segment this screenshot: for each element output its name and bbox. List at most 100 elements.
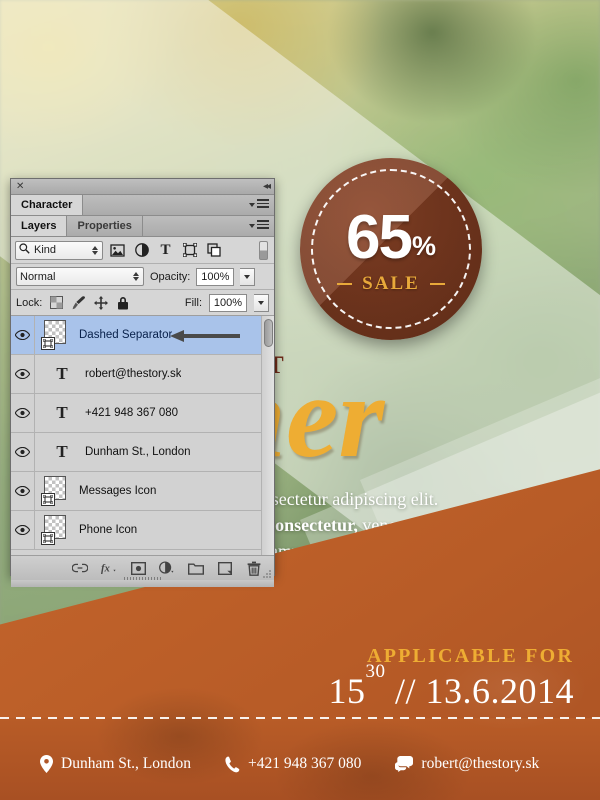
- layer-name: Dunham St., London: [85, 446, 191, 458]
- new-group-icon[interactable]: [188, 560, 204, 576]
- tab-properties-label: Properties: [77, 220, 132, 232]
- badge-discount-number: 65: [346, 203, 413, 273]
- vector-shape-badge-icon: [41, 493, 55, 506]
- valid-time: 15: [328, 671, 366, 711]
- vector-shape-badge-icon: [41, 337, 55, 350]
- pixel-layer-filter-icon[interactable]: [108, 241, 127, 260]
- badge-sale-row: SALE: [337, 273, 445, 295]
- lock-row[interactable]: Lock: Fill: 100%: [11, 290, 274, 316]
- lock-image-pixels-icon[interactable]: [71, 295, 86, 310]
- type-layer-icon: T: [56, 403, 68, 422]
- fill-dropdown-icon[interactable]: [254, 293, 269, 312]
- close-icon[interactable]: ✕: [16, 181, 24, 192]
- layer-name: Messages Icon: [79, 485, 157, 497]
- layer-row[interactable]: T Dunham St., London: [11, 433, 274, 472]
- collapse-panel-icon[interactable]: ◂◂: [263, 181, 271, 192]
- valid-separator: //: [385, 671, 426, 711]
- filter-kind-select[interactable]: Kind: [15, 240, 103, 260]
- blend-mode-row[interactable]: Normal Opacity: 100%: [11, 264, 274, 290]
- layer-visibility-eye-icon[interactable]: [11, 394, 35, 432]
- panel-titlebar[interactable]: ✕ ◂◂: [11, 179, 274, 195]
- sale-badge: 65 % SALE: [300, 158, 482, 340]
- valid-date: 13.6.2014: [425, 671, 574, 711]
- layer-filter-row[interactable]: Kind T: [11, 237, 274, 264]
- applicable-for-value: 1530 // 13.6.2014: [328, 661, 574, 712]
- layer-list-scrollbar[interactable]: [261, 316, 274, 555]
- fill-input[interactable]: 100%: [209, 293, 247, 312]
- opacity-dropdown-icon[interactable]: [240, 267, 256, 286]
- contact-email: robert@thestory.sk: [395, 755, 539, 773]
- badge-dash-left: [337, 282, 353, 285]
- shape-layer-filter-icon[interactable]: [180, 241, 199, 260]
- layer-visibility-eye-icon[interactable]: [11, 433, 35, 471]
- layer-name: Dashed Separator: [79, 329, 173, 341]
- lock-all-icon[interactable]: [115, 295, 130, 310]
- contact-address: Dunham St., London: [40, 755, 191, 773]
- tab-character[interactable]: Character: [11, 195, 84, 215]
- search-icon: [19, 243, 30, 257]
- layer-thumbnail: [41, 320, 71, 350]
- panel-resize-grip[interactable]: [262, 569, 272, 579]
- character-tabstrip[interactable]: Character: [11, 195, 274, 216]
- location-pin-icon: [40, 755, 53, 773]
- blend-mode-value: Normal: [20, 270, 56, 283]
- photoshop-layers-panel[interactable]: ✕ ◂◂ Character Layers Properties Kind T …: [10, 178, 275, 587]
- chat-bubble-icon: [395, 756, 414, 772]
- type-layer-icon: T: [56, 442, 68, 461]
- type-layer-filter-icon[interactable]: T: [156, 241, 175, 260]
- layer-thumbnail: [41, 515, 71, 545]
- layers-tabstrip[interactable]: Layers Properties: [11, 216, 274, 237]
- tab-layers[interactable]: Layers: [11, 216, 68, 236]
- layer-name: Phone Icon: [79, 524, 138, 536]
- contact-phone-text: +421 948 367 080: [248, 755, 362, 772]
- contact-phone: +421 948 367 080: [225, 755, 361, 773]
- tab-properties[interactable]: Properties: [67, 216, 143, 236]
- new-adjustment-layer-icon[interactable]: [159, 560, 175, 576]
- layer-row[interactable]: T +421 948 367 080: [11, 394, 274, 433]
- lock-position-icon[interactable]: [93, 295, 108, 310]
- valid-time-minutes: 30: [365, 660, 386, 682]
- badge-dash-right: [429, 282, 445, 285]
- contact-row: Dunham St., London +421 948 367 080 robe…: [0, 744, 600, 784]
- layer-row[interactable]: Dashed Separator: [11, 316, 274, 355]
- character-panel-menu-icon[interactable]: [255, 199, 269, 211]
- layers-panel-menu-icon[interactable]: [255, 220, 269, 232]
- layer-visibility-eye-icon[interactable]: [11, 472, 35, 510]
- layer-list[interactable]: Dashed Separator T robert@thestory.sk T …: [11, 316, 274, 556]
- add-layer-mask-icon[interactable]: [130, 560, 146, 576]
- contact-address-text: Dunham St., London: [61, 755, 192, 772]
- svg-text:fx: fx: [101, 564, 111, 575]
- badge-sale-label: SALE: [362, 272, 420, 294]
- scrollbar-thumb[interactable]: [264, 319, 273, 347]
- layer-row[interactable]: Messages Icon: [11, 472, 274, 511]
- delete-layer-icon[interactable]: [246, 560, 262, 576]
- applicable-for-label: APPLICABLE FOR: [367, 645, 574, 667]
- layer-visibility-eye-icon[interactable]: [11, 355, 35, 393]
- blend-mode-spinner-icon[interactable]: [133, 272, 139, 281]
- vector-shape-badge-icon: [41, 532, 55, 545]
- layer-row[interactable]: T robert@thestory.sk: [11, 355, 274, 394]
- layer-name: robert@thestory.sk: [85, 368, 182, 380]
- smart-object-filter-icon[interactable]: [204, 241, 223, 260]
- layer-thumbnail: [41, 476, 71, 506]
- blend-mode-select[interactable]: Normal: [16, 267, 144, 286]
- filter-kind-spinner-icon[interactable]: [92, 245, 98, 255]
- layer-name: +421 948 367 080: [85, 407, 179, 419]
- lock-label: Lock:: [16, 296, 43, 309]
- voucher-poster: cher NT et, consectetur adipiscing elit.…: [0, 0, 600, 800]
- layer-style-fx-icon[interactable]: fx: [101, 560, 117, 576]
- lock-transparent-pixels-icon[interactable]: [49, 295, 64, 310]
- new-layer-icon[interactable]: [217, 560, 233, 576]
- layer-visibility-eye-icon[interactable]: [11, 316, 35, 354]
- panel-footer-edge: [11, 580, 274, 587]
- adjustment-layer-filter-icon[interactable]: [132, 241, 151, 260]
- filter-enable-toggle[interactable]: [259, 240, 268, 260]
- layers-bottom-toolbar[interactable]: fx: [11, 556, 274, 581]
- layer-visibility-eye-icon[interactable]: [11, 511, 35, 549]
- phone-icon: [225, 756, 240, 773]
- opacity-label: Opacity:: [150, 270, 191, 283]
- opacity-input[interactable]: 100%: [196, 267, 235, 286]
- layer-row[interactable]: Phone Icon: [11, 511, 274, 550]
- fill-label: Fill:: [184, 296, 202, 309]
- link-layers-icon[interactable]: [72, 560, 88, 576]
